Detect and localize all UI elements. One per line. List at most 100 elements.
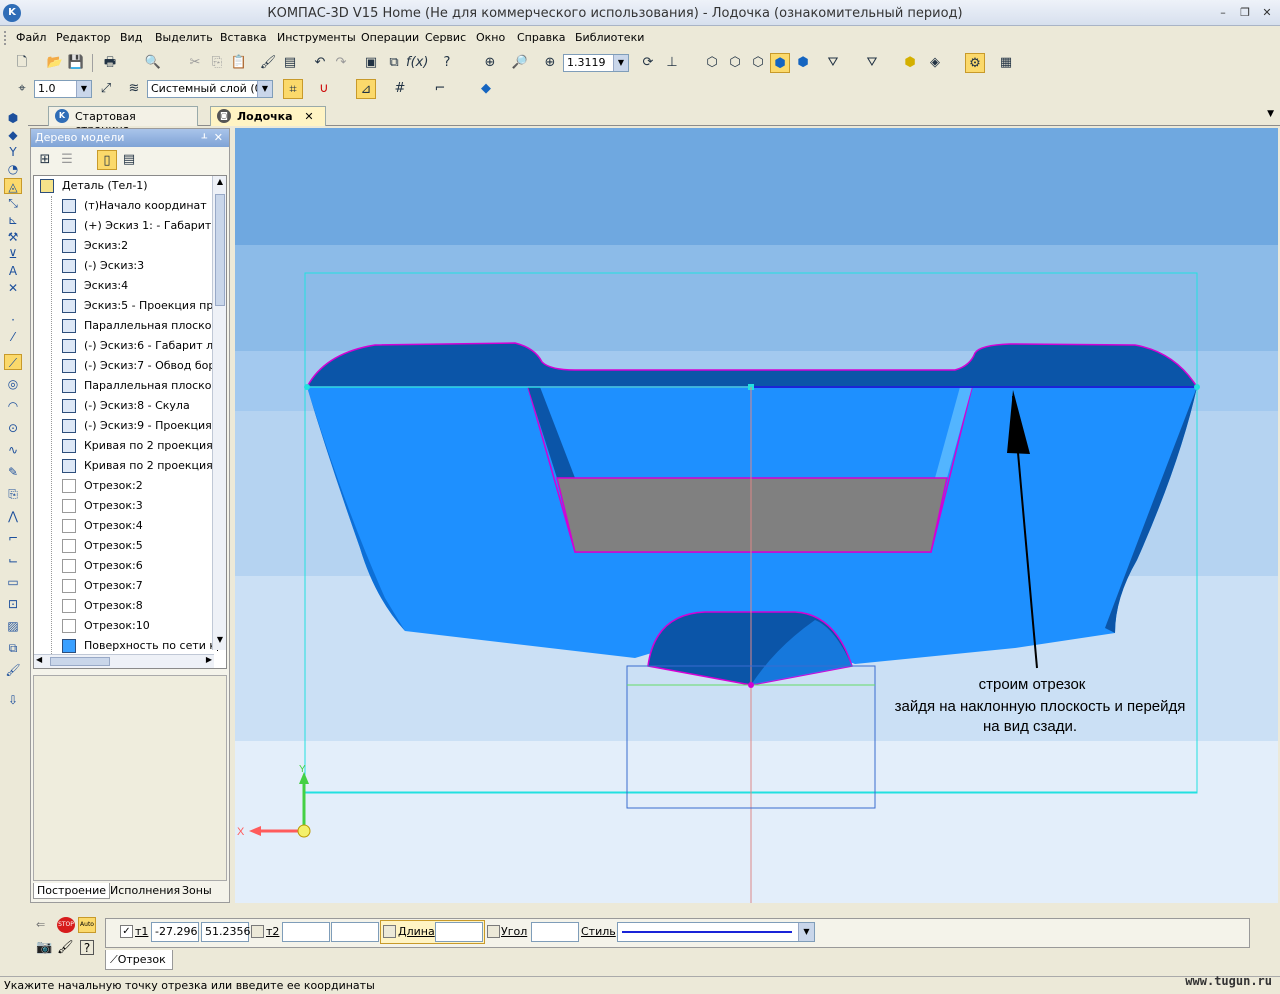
menu-insert[interactable]: Вставка [220,31,267,44]
back-arrow-icon[interactable]: ⇐ [36,918,45,931]
arc-icon[interactable]: ◠ [4,398,22,414]
tab-lodochka[interactable]: ◙ Лодочка ✕ [210,106,326,126]
close-icon[interactable]: ✕ [304,110,313,123]
spatial-curves-icon[interactable]: Y [4,144,22,160]
offset-icon[interactable]: ⎘ [4,486,22,502]
restore-button[interactable]: ❐ [1237,5,1253,21]
edit-part-icon[interactable]: ⬢ [4,110,22,126]
print-preview-icon[interactable]: 🔍 [143,53,163,73]
circle-icon[interactable]: ◎ [4,376,22,392]
axes-icon[interactable]: ⊾ [4,212,22,228]
style-select[interactable]: ▼ [617,922,815,942]
length-checkbox[interactable] [383,925,396,938]
menu-view[interactable]: Вид [120,31,142,44]
t2-checkbox[interactable] [251,925,264,938]
wireframe-icon[interactable]: ⬡ [702,53,722,73]
cube-icon[interactable]: ⬢ [900,53,920,73]
print-icon[interactable]: 🖶 [100,53,120,73]
new-document-icon[interactable]: 🗋 [12,53,32,73]
point-icon[interactable]: · [4,312,22,328]
zoom-window-icon[interactable]: ⊕ [480,53,500,73]
magnet-icon[interactable]: ∪ [314,79,334,99]
help-icon[interactable]: ? [80,940,94,955]
scroll-down-icon[interactable]: ▼ [214,635,226,649]
chamfer-icon[interactable]: ⌙ [4,552,22,568]
menu-operations[interactable]: Операции [361,31,419,44]
scroll-right-icon[interactable]: ▶ [206,655,212,664]
tab-construction[interactable]: Построение [33,883,111,899]
stop-icon[interactable]: STOP [57,917,75,933]
menu-tools[interactable]: Инструменты [277,31,356,44]
project-icon[interactable]: ✎ [4,464,22,480]
text-tool-icon[interactable]: A [4,263,22,279]
length-field[interactable] [435,922,483,942]
scroll-left-icon[interactable]: ◀ [36,655,42,664]
menu-libraries[interactable]: Библиотеки [575,31,644,44]
hatch-icon[interactable]: ▨ [4,618,22,634]
tree-view-icon[interactable]: ▯ [97,150,117,170]
zoom-region-icon[interactable]: 🔎 [510,53,530,73]
halftone-edges-icon[interactable]: ⬢ [793,53,813,73]
halftone-icon[interactable]: ⬢ [770,53,790,73]
settings-icon[interactable]: ⚙ [965,53,985,73]
tab-zones[interactable]: Зоны [179,883,215,898]
close-button[interactable]: ✕ [1259,5,1275,21]
pin-icon[interactable]: ᚆ [202,131,207,144]
t2-y-field[interactable] [331,922,379,942]
rectangle-icon[interactable]: ▭ [4,574,22,590]
copy-objects-icon[interactable]: ⧉ [4,640,22,656]
open-folder-icon[interactable]: 📂 [45,53,65,73]
insert-fragment-icon[interactable]: ⇩ [4,692,22,708]
chevron-down-icon[interactable]: ▼ [257,81,272,97]
menu-help[interactable]: Справка [517,31,565,44]
tab-segment[interactable]: ⟋Отрезок [105,950,173,970]
material-icon[interactable]: ◈ [925,53,945,73]
tab-versions[interactable]: Исполнения [107,883,183,898]
camera-icon[interactable]: 📷 [36,940,52,955]
t1-x-field[interactable]: -27.296 [151,922,199,942]
ellipse-icon[interactable]: ⊙ [4,420,22,436]
tree-structure-icon[interactable]: ⊞ [35,150,55,170]
orientation-icon[interactable]: ⊥ [662,53,682,73]
library-icon[interactable]: ▦ [996,53,1016,73]
tree-detail-icon[interactable]: ▤ [119,150,139,170]
chevron-down-icon[interactable]: ▼ [613,55,628,71]
model-viewport[interactable]: строим отрезок зайдя на наклонную плоско… [235,128,1278,903]
cut-icon[interactable]: ✂ [185,53,205,73]
menu-editor[interactable]: Редактор [56,31,111,44]
spline-icon[interactable]: ∿ [4,442,22,458]
angle-field[interactable] [531,922,579,942]
plane-icon[interactable]: ◆ [476,79,496,99]
context-help-icon[interactable]: ? [437,53,457,73]
scroll-up-icon[interactable]: ▲ [214,177,226,191]
undo-icon[interactable]: ↶ [310,53,330,73]
chevron-down-icon[interactable]: ▼ [76,81,91,97]
minimize-button[interactable]: – [1215,5,1231,21]
segment-icon[interactable]: ⟋ [4,354,22,370]
t1-checkbox[interactable]: ✓ [120,925,133,938]
params-icon[interactable]: ✕ [4,280,22,296]
fillet-icon[interactable]: ⌐ [4,530,22,546]
tree-list-icon[interactable]: ☰ [57,150,77,170]
snap-icon[interactable]: ⌗ [283,79,303,99]
polyline-icon[interactable]: ⋀ [4,508,22,524]
grid-icon[interactable]: # [390,79,410,99]
tree-horizontal-scrollbar[interactable]: ◀ ▶ [34,654,214,668]
snap-filter-icon[interactable]: ⛛ [862,53,882,73]
menu-file[interactable]: Файл [16,31,46,44]
angle-checkbox[interactable] [487,925,500,938]
viewport-canvas[interactable]: строим отрезок зайдя на наклонную плоско… [235,128,1278,903]
close-icon[interactable]: ✕ [214,131,223,144]
paste-icon[interactable]: 📋 [229,53,249,73]
chevron-down-icon[interactable]: ▼ [798,923,814,941]
dimensions-icon[interactable]: ⤡ [4,195,22,211]
hammer-icon[interactable]: ⚒ [4,229,22,245]
zoom-combo[interactable]: 1.3119 ▼ [563,54,629,72]
menu-service[interactable]: Сервис [425,31,466,44]
t1-y-field[interactable]: 51.2356 [201,922,251,942]
measure-icon[interactable]: ⊻ [4,246,22,262]
layer-combo[interactable]: Системный слой (0) ▼ [147,80,273,98]
contour-icon[interactable]: ⊡ [4,596,22,612]
t2-x-field[interactable] [282,922,330,942]
paint-icon[interactable]: 🖌 [4,662,22,678]
